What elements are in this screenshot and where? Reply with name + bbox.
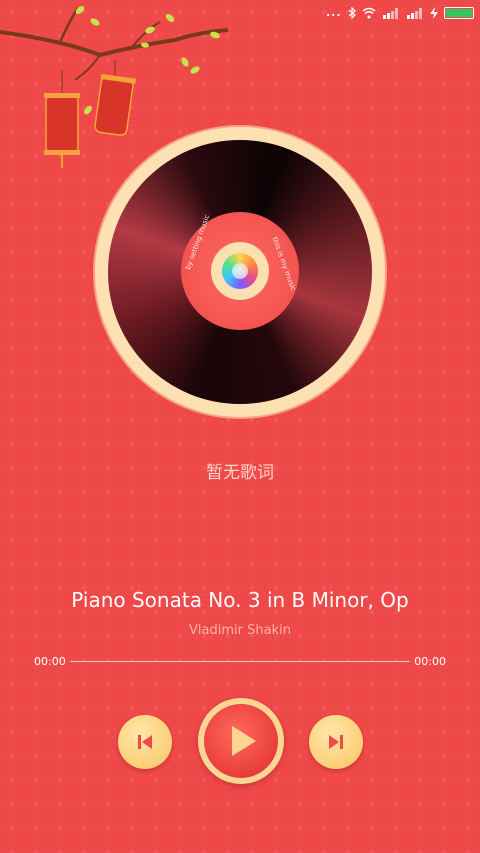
- song-title: Piano Sonata No. 3 in B Minor, Op: [71, 588, 409, 612]
- previous-button[interactable]: [118, 715, 172, 769]
- charging-icon: [430, 7, 438, 22]
- disc-spindle: [232, 263, 248, 279]
- play-button-inner: [204, 704, 278, 778]
- total-time: 00:00: [414, 655, 446, 668]
- skip-previous-icon: [138, 735, 152, 749]
- progress-bar[interactable]: [70, 661, 410, 662]
- lyrics-placeholder: 暂无歌词: [206, 463, 274, 483]
- battery-level: [446, 9, 472, 17]
- play-button[interactable]: [198, 698, 284, 784]
- signal-icon-1: [383, 7, 403, 22]
- skip-next-icon: [329, 735, 343, 749]
- status-dots: ...: [326, 6, 342, 19]
- battery-icon: [444, 7, 474, 19]
- bluetooth-icon: [348, 6, 356, 22]
- wifi-icon: [362, 7, 376, 22]
- next-button[interactable]: [309, 715, 363, 769]
- artist-name: Vladimir Shakin: [189, 623, 291, 638]
- signal-icon-2: [407, 7, 427, 22]
- play-icon: [232, 726, 256, 756]
- current-time: 00:00: [34, 655, 66, 668]
